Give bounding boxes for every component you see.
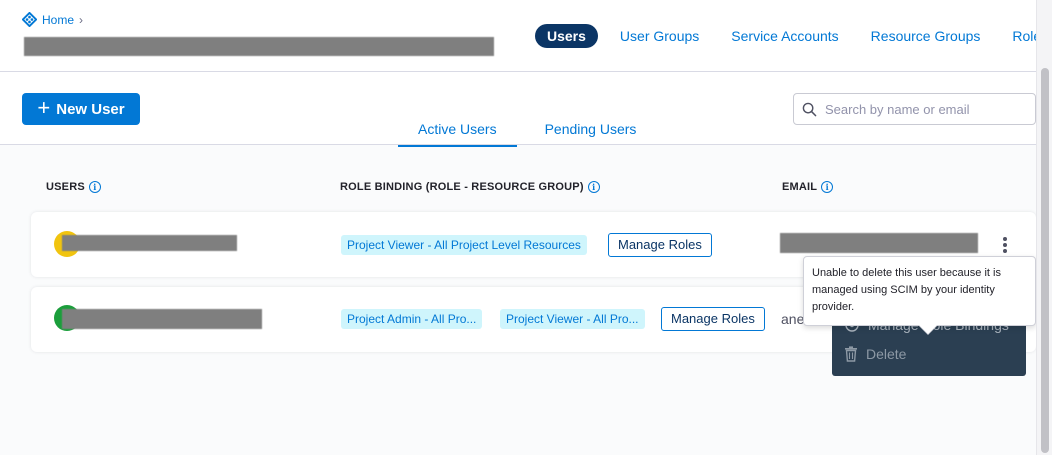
role-binding-pill: Project Viewer - All Pro... xyxy=(500,309,645,329)
search-icon xyxy=(802,102,817,116)
user-status-tabs: Active Users Pending Users xyxy=(398,114,656,147)
role-binding-pill: Project Viewer - All Project Level Resou… xyxy=(341,235,587,255)
new-user-button[interactable]: + New User xyxy=(22,93,140,125)
tooltip-arrow xyxy=(918,324,938,334)
scrollbar-thumb[interactable] xyxy=(1041,68,1049,453)
menu-item-label: Delete xyxy=(866,346,907,362)
trash-icon xyxy=(845,346,857,362)
delete-disabled-tooltip: Unable to delete this user because it is… xyxy=(803,256,1036,326)
harness-logo-icon xyxy=(22,12,37,27)
user-name-redacted xyxy=(62,235,237,251)
column-header-email-label: EMAIL xyxy=(782,181,818,193)
column-header-role-binding-label: ROLE BINDING (ROLE - RESOURCE GROUP) xyxy=(340,181,584,193)
email-text: ane xyxy=(781,311,805,327)
column-header-role-binding: ROLE BINDING (ROLE - RESOURCE GROUP) i xyxy=(340,181,600,193)
plus-icon: + xyxy=(37,95,51,120)
header-tabs: Users User Groups Service Accounts Resou… xyxy=(535,24,1052,48)
manage-roles-button[interactable]: Manage Roles xyxy=(608,233,712,257)
breadcrumb-home-link[interactable]: Home xyxy=(42,13,74,27)
page-header: Home › Users User Groups Service Account… xyxy=(0,0,1048,72)
info-icon[interactable]: i xyxy=(821,181,834,193)
column-header-users-label: USERS xyxy=(46,181,85,193)
menu-item-delete[interactable]: Delete xyxy=(844,346,906,362)
tab-users[interactable]: Users xyxy=(535,24,598,48)
tab-pending-users[interactable]: Pending Users xyxy=(525,114,657,147)
role-binding-pill: Project Admin - All Pro... xyxy=(341,309,483,329)
breadcrumb: Home › xyxy=(22,12,83,27)
new-user-label: New User xyxy=(56,100,125,118)
column-header-email: EMAIL i xyxy=(782,181,834,193)
more-options-icon[interactable] xyxy=(998,236,1012,254)
page-title-redacted xyxy=(24,37,494,56)
info-icon[interactable]: i xyxy=(88,181,101,193)
chevron-right-icon: › xyxy=(79,12,84,27)
search-input[interactable] xyxy=(825,101,1025,117)
email-redacted xyxy=(780,233,978,253)
manage-roles-button[interactable]: Manage Roles xyxy=(661,307,765,331)
user-name-redacted xyxy=(62,309,262,329)
scrollbar[interactable] xyxy=(1036,0,1052,455)
tab-user-groups[interactable]: User Groups xyxy=(604,24,715,48)
search-box xyxy=(793,93,1036,125)
column-header-users: USERS i xyxy=(46,181,101,193)
info-icon[interactable]: i xyxy=(587,181,600,193)
tab-service-accounts[interactable]: Service Accounts xyxy=(715,24,854,48)
tab-resource-groups[interactable]: Resource Groups xyxy=(855,24,997,48)
tab-active-users[interactable]: Active Users xyxy=(398,114,517,147)
